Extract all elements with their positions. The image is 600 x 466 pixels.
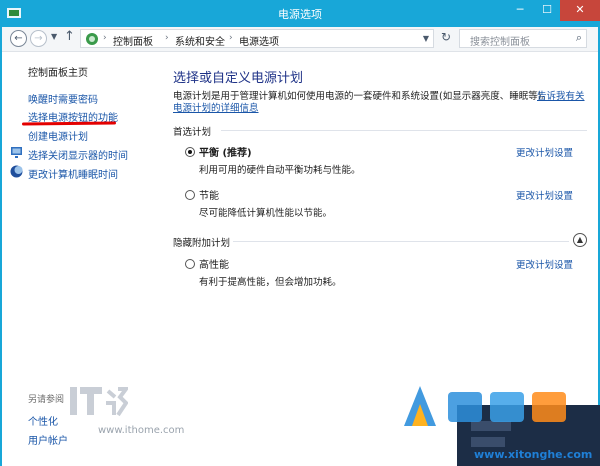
breadcrumb-power-options[interactable]: 电源选项 [239, 33, 279, 48]
preferred-plans-heading: 首选计划 [173, 127, 212, 138]
navigation-bar: ← → ▼ ↑ › 控制面板 › 系统和安全 › 电源选项 ▼ ↻ 搜索控制面板… [2, 27, 598, 52]
sidebar-item-create-plan[interactable]: 创建电源计划 [28, 128, 88, 143]
title-bar: 电源选项 ─ ☐ ✕ [0, 0, 600, 27]
breadcrumb-separator-icon: › [165, 33, 169, 43]
high-performance-change-settings-link[interactable]: 更改计划设置 [516, 257, 573, 271]
high-performance-plan-radio[interactable] [185, 259, 195, 269]
power-saver-plan-name[interactable]: 节能 [199, 187, 219, 202]
refresh-icon[interactable]: ↻ [437, 30, 455, 44]
xitonghe-logo-watermark [404, 386, 566, 426]
balanced-plan-name[interactable]: 平衡 (推荐) [199, 144, 252, 159]
red-highlight-underline [21, 121, 117, 126]
section-divider [233, 241, 569, 242]
high-performance-plan-name[interactable]: 高性能 [199, 256, 229, 271]
chevron-down-icon[interactable]: ▼ [51, 32, 57, 41]
breadcrumb-separator-icon: › [229, 33, 233, 43]
balanced-plan-radio[interactable] [185, 147, 195, 157]
section-divider [221, 130, 587, 131]
page-title: 选择或自定义电源计划 [173, 71, 304, 86]
hidden-plans-heading: 隐藏附加计划 [173, 238, 231, 249]
power-saver-plan-description: 尽可能降低计算机性能以节能。 [199, 208, 333, 219]
learn-more-link[interactable]: 告诉我有关 [537, 88, 585, 102]
breadcrumb-control-panel[interactable]: 控制面板 [113, 33, 153, 48]
balanced-change-settings-link[interactable]: 更改计划设置 [516, 145, 573, 159]
forward-arrow-icon[interactable]: → [30, 30, 47, 47]
xitonghe-url-watermark: www.xitonghe.com [474, 448, 593, 461]
control-panel-icon [86, 33, 98, 45]
power-plan-details-link[interactable]: 电源计划的详细信息 [173, 100, 259, 114]
sidebar-item-sleep-time[interactable]: 更改计算机睡眠时间 [28, 166, 118, 181]
back-arrow-icon[interactable]: ← [10, 30, 27, 47]
ithome-url-watermark: www.ithome.com [98, 425, 185, 436]
breadcrumb-separator-icon: › [103, 33, 107, 43]
sidebar-home-link[interactable]: 控制面板主页 [28, 64, 88, 79]
moon-icon [10, 165, 23, 178]
see-also-personalization[interactable]: 个性化 [28, 413, 58, 428]
search-input[interactable]: 搜索控制面板 ⌕ [459, 29, 587, 48]
search-icon[interactable]: ⌕ [576, 31, 582, 45]
sidebar-item-wake-password[interactable]: 唤醒时需要密码 [28, 91, 98, 106]
address-bar[interactable]: › 控制面板 › 系统和安全 › 电源选项 ▼ [80, 29, 434, 48]
see-also-heading: 另请参阅 [28, 395, 65, 405]
window-frame-left [0, 27, 2, 466]
search-placeholder: 搜索控制面板 [470, 37, 530, 48]
monitor-icon [11, 147, 22, 158]
close-button[interactable]: ✕ [560, 0, 600, 21]
maximize-button[interactable]: ☐ [534, 0, 560, 21]
up-arrow-icon[interactable]: ↑ [64, 29, 75, 44]
ithome-logo-watermark [70, 387, 128, 417]
balanced-plan-description: 利用可用的硬件自动平衡功耗与性能。 [199, 165, 361, 176]
power-saver-change-settings-link[interactable]: 更改计划设置 [516, 188, 573, 202]
minimize-button[interactable]: ─ [506, 0, 534, 21]
power-saver-plan-radio[interactable] [185, 190, 195, 200]
collapse-chevron-up-icon[interactable]: ▲ [573, 233, 587, 247]
sidebar-item-display-off[interactable]: 选择关闭显示器的时间 [28, 147, 128, 162]
see-also-user-accounts[interactable]: 用户帐户 [28, 432, 68, 447]
breadcrumb-system-security[interactable]: 系统和安全 [175, 33, 225, 48]
address-dropdown-icon[interactable]: ▼ [423, 34, 429, 43]
high-performance-plan-description: 有利于提高性能，但会增加功耗。 [199, 277, 342, 288]
